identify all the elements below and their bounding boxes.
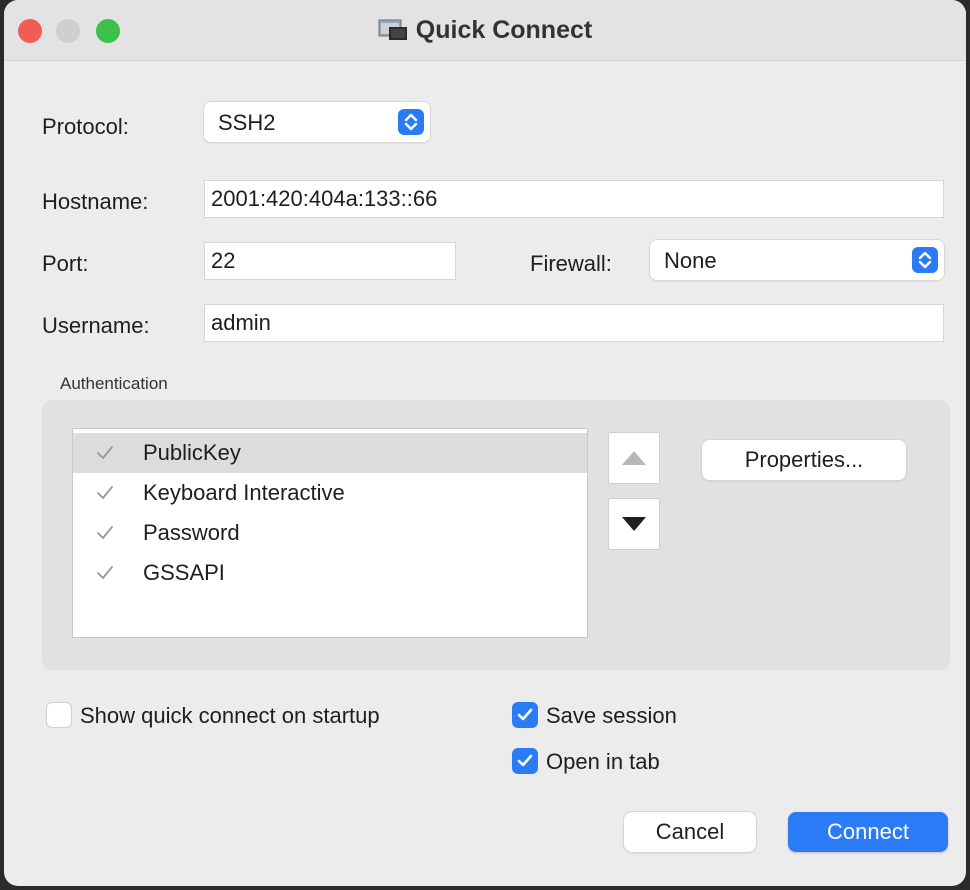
move-up-button[interactable] [608,432,660,484]
auth-method-password[interactable]: Password [73,513,587,553]
protocol-select[interactable]: SSH2 [204,102,430,142]
port-label: Port: [42,251,89,276]
firewall-stepper-icon [912,247,938,273]
firewall-select[interactable]: None [650,240,944,280]
firewall-label: Firewall: [530,251,612,276]
checkmark-icon [517,708,533,721]
title-bar: Quick Connect [4,0,966,61]
show-on-startup-checkbox[interactable] [46,702,72,728]
checkmark-icon[interactable] [93,523,117,543]
auth-method-gssapi[interactable]: GSSAPI [73,553,587,593]
window-title: Quick Connect [415,15,593,44]
open-in-tab-checkbox[interactable] [512,748,538,774]
properties-button[interactable]: Properties... [702,440,906,480]
arrow-down-icon [622,517,646,531]
arrow-up-icon [622,451,646,465]
checkmark-icon[interactable] [93,563,117,583]
open-in-tab-label: Open in tab [546,749,660,774]
checkmark-icon[interactable] [93,443,117,463]
quick-connect-icon [378,19,408,41]
authentication-methods-list[interactable]: PublicKey Keyboard Interactive Password … [72,428,588,638]
window-title-wrap: Quick Connect [4,14,966,46]
checkmark-icon[interactable] [93,483,117,503]
protocol-label: Protocol: [42,114,129,139]
connect-button[interactable]: Connect [788,812,948,852]
auth-method-label: Password [143,520,240,545]
auth-method-keyboard-interactive[interactable]: Keyboard Interactive [73,473,587,513]
auth-method-label: GSSAPI [143,560,225,585]
quick-connect-window: Quick Connect Protocol: SSH2 Hostname: P… [4,0,966,886]
protocol-selected-value: SSH2 [218,110,276,135]
protocol-stepper-icon [398,109,424,135]
hostname-input[interactable] [204,180,944,218]
authentication-section-label: Authentication [60,374,168,393]
save-session-checkbox[interactable] [512,702,538,728]
save-session-label: Save session [546,703,677,728]
username-label: Username: [42,313,150,338]
show-on-startup-label: Show quick connect on startup [80,703,380,728]
checkmark-icon [517,754,533,767]
firewall-selected-value: None [664,248,717,273]
port-input[interactable] [204,242,456,280]
username-input[interactable] [204,304,944,342]
auth-method-publickey[interactable]: PublicKey [73,433,587,473]
auth-method-label: PublicKey [143,440,241,465]
hostname-label: Hostname: [42,189,149,214]
auth-method-label: Keyboard Interactive [143,480,345,505]
cancel-button[interactable]: Cancel [624,812,756,852]
move-down-button[interactable] [608,498,660,550]
